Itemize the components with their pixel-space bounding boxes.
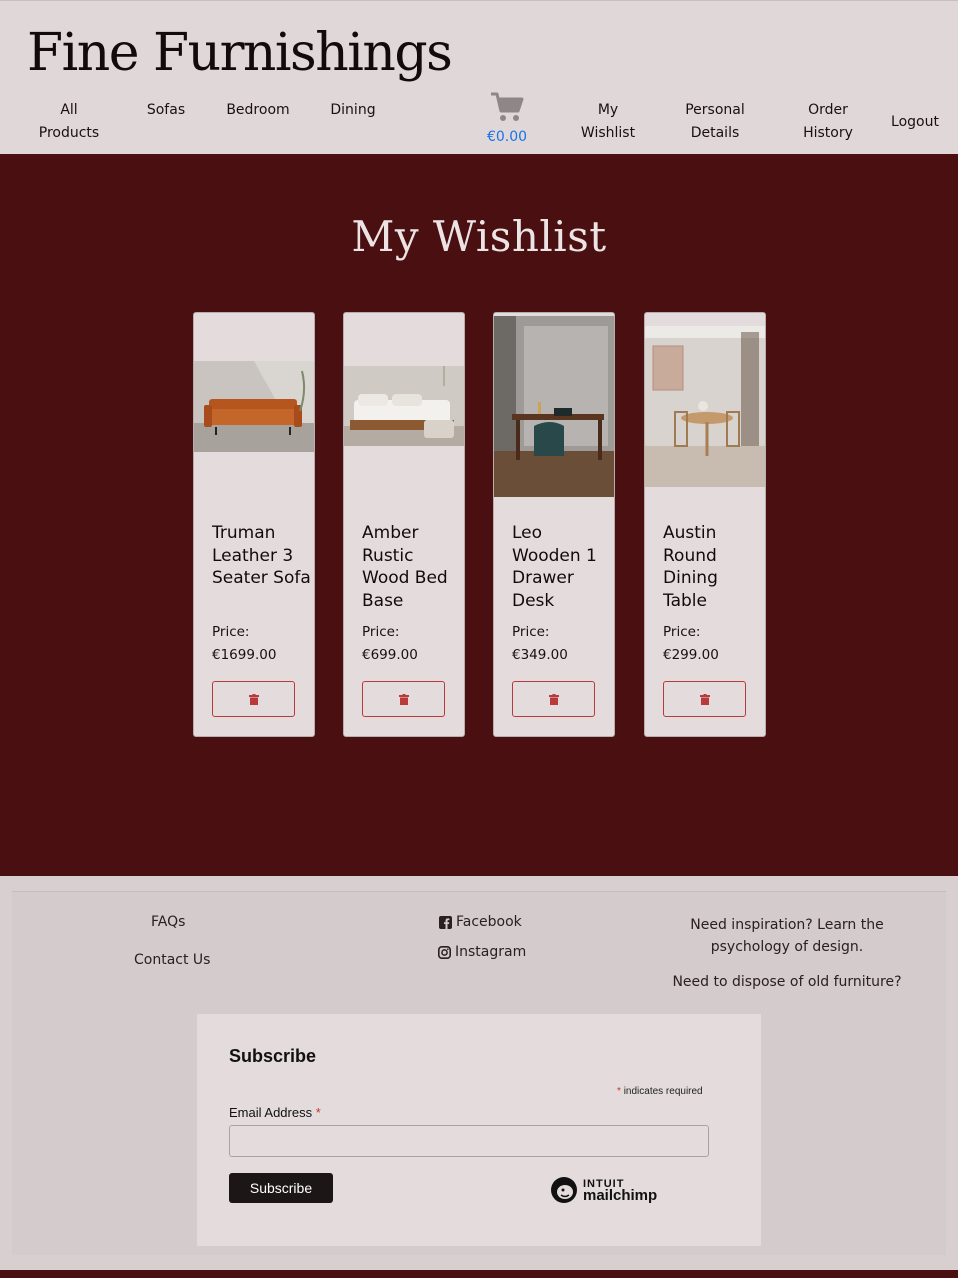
site-header: Fine Furnishings All Products Sofas Bedr… (0, 0, 958, 154)
cart-total: €0.00 (486, 129, 528, 145)
trash-icon (248, 693, 259, 705)
subscribe-title: Subscribe (229, 1046, 317, 1066)
facebook-icon (439, 915, 452, 929)
footer-link-instagram[interactable]: Instagram (438, 944, 526, 960)
site-footer: FAQs Contact Us Facebook Instagram Need … (0, 876, 958, 1270)
shopping-cart-icon (491, 92, 524, 121)
nav-logout[interactable]: Logout (886, 111, 944, 134)
nav-all-products[interactable]: All Products (36, 99, 102, 145)
wishlist-card: Amber Rustic Wood Bed Base Price: €699.0… (343, 312, 465, 737)
required-note: * indicates required (617, 1086, 703, 1097)
nav-bedroom[interactable]: Bedroom (222, 99, 294, 122)
product-name[interactable]: Amber Rustic Wood Bed Base (362, 522, 462, 612)
sofa-image[interactable] (194, 361, 314, 452)
wishlist-card: Austin Round Dining Table Price: €299.00 (644, 312, 766, 737)
bottom-bar (0, 1270, 958, 1278)
site-logo[interactable]: Fine Furnishings (27, 23, 453, 83)
bed-image[interactable] (344, 366, 464, 446)
wishlist-section: My Wishlist Truman Leather 3 Seater Sofa… (0, 154, 958, 876)
mailchimp-logo[interactable]: INTUIT mailchimp (549, 1175, 657, 1205)
required-asterisk: * (315, 1105, 321, 1120)
mailchimp-freddie-icon (551, 1177, 577, 1203)
product-name[interactable]: Truman Leather 3 Seater Sofa (212, 522, 312, 590)
footer-link-dispose[interactable]: Need to dispose of old furniture? (672, 974, 902, 990)
product-price: €299.00 (663, 647, 719, 663)
nav-order-history[interactable]: Order History (798, 99, 858, 145)
instagram-icon (438, 945, 451, 959)
nav-dining[interactable]: Dining (324, 99, 382, 122)
price-label: Price: (212, 624, 250, 640)
desk-image[interactable] (494, 316, 614, 497)
footer-link-faqs[interactable]: FAQs (151, 914, 185, 930)
wishlist-card: Leo Wooden 1 Drawer Desk Price: €349.00 (493, 312, 615, 737)
required-asterisk: * (617, 1086, 621, 1097)
wishlist-card: Truman Leather 3 Seater Sofa Price: €169… (193, 312, 315, 737)
cart-link[interactable]: €0.00 (482, 91, 532, 145)
subscribe-form: Subscribe * indicates required Email Add… (197, 1014, 761, 1246)
product-name[interactable]: Leo Wooden 1 Drawer Desk (512, 522, 612, 612)
mailchimp-brand-bottom: mailchimp (583, 1187, 658, 1204)
price-label: Price: (512, 624, 550, 640)
trash-icon (548, 693, 559, 705)
email-label: Email Address * (229, 1105, 321, 1120)
footer-link-inspiration[interactable]: Need inspiration? Learn the psychology o… (672, 914, 902, 958)
subscribe-button[interactable]: Subscribe (229, 1173, 333, 1203)
page-title: My Wishlist (351, 212, 607, 261)
nav-my-wishlist[interactable]: My Wishlist (576, 99, 640, 145)
remove-from-wishlist-button[interactable] (212, 681, 295, 717)
trash-icon (398, 693, 409, 705)
nav-personal-details[interactable]: Personal Details (680, 99, 750, 145)
email-field[interactable] (229, 1125, 709, 1157)
dining-table-image[interactable] (645, 326, 765, 487)
remove-from-wishlist-button[interactable] (362, 681, 445, 717)
nav-sofas[interactable]: Sofas (138, 99, 194, 122)
footer-link-facebook[interactable]: Facebook (439, 914, 522, 930)
product-price: €699.00 (362, 647, 418, 663)
trash-icon (699, 693, 710, 705)
remove-from-wishlist-button[interactable] (512, 681, 595, 717)
product-price: €349.00 (512, 647, 568, 663)
footer-link-contact[interactable]: Contact Us (134, 952, 210, 968)
price-label: Price: (362, 624, 400, 640)
price-label: Price: (663, 624, 701, 640)
footer-panel: FAQs Contact Us Facebook Instagram Need … (12, 891, 946, 1255)
product-name[interactable]: Austin Round Dining Table (663, 522, 763, 612)
product-price: €1699.00 (212, 647, 277, 663)
remove-from-wishlist-button[interactable] (663, 681, 746, 717)
